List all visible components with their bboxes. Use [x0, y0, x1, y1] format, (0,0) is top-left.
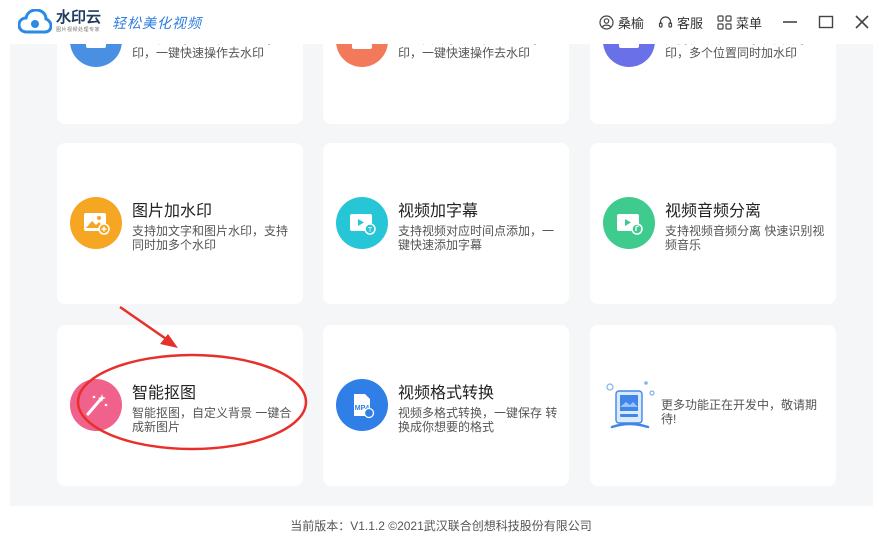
maximize-icon [818, 15, 834, 29]
card-desc: 支持视频音频分离 快速识别视频音乐 [665, 224, 825, 252]
card-title: 视频音频分离 [665, 203, 762, 220]
card-desc: 支持加文字和图片水印，支持同时加多个水印 [132, 224, 289, 252]
image-watermark-remove-icon [336, 44, 388, 67]
menu-button[interactable]: 菜单 [717, 13, 762, 32]
title-bar: 水印云 图片视频处理专家 轻松美化视频 桑榆 客服 菜单 [0, 0, 882, 44]
card-image-add-watermark[interactable]: 图片加水印 支持加文字和图片水印，支持同时加多个水印 [57, 143, 303, 304]
video-watermark-add-icon [603, 44, 655, 67]
user-icon [599, 14, 614, 30]
app-name: 水印云 [56, 9, 102, 26]
minimize-icon [783, 21, 797, 23]
card-title: 视频加字幕 [398, 203, 479, 220]
image-add-icon [70, 197, 122, 249]
version-footer: 当前版本：V1.1.2 ©2021武汉联合创想科技股份有限公司 [290, 519, 592, 533]
maximize-button[interactable] [818, 14, 834, 30]
service-label: 客服 [676, 15, 703, 31]
user-label: 桑榆 [617, 15, 644, 31]
user-button[interactable]: 桑榆 [599, 13, 644, 32]
card-title: 智能抠图 [132, 385, 197, 402]
svg-text:T: T [368, 227, 373, 234]
slogan: 轻松美化视频 [112, 16, 202, 32]
mp4-file-icon: MP4 [336, 379, 388, 431]
coming-soon-illustration-icon [602, 377, 658, 433]
card-smart-cutout[interactable]: 智能抠图 智能抠图，自定义背景 一键合成新图片 [57, 325, 303, 486]
card-desc: 支持视频中加文字和图片水印，多个位置同时加水印 [665, 44, 809, 60]
app-subtitle: 图片视频处理专家 [56, 27, 101, 33]
close-button[interactable] [854, 14, 870, 30]
card-desc: 智能抠图，自定义背景 一键合成新图片 [132, 406, 292, 434]
card-audio-separate[interactable]: 视频音频分离 支持视频音频分离 快速识别视频音乐 [590, 143, 836, 304]
headset-icon [658, 15, 673, 28]
card-desc: 视频多格式转换，一键保存 转换成你想要的格式 [398, 406, 558, 434]
card-title: 图片加水印 [132, 203, 213, 220]
card-desc: 框选图片水印区，批量去水印，一键快速操作去水印 [398, 44, 542, 60]
card-video-watermark-remove[interactable]: 框选视频水印区，批量去水印，一键快速操作去水印 [57, 44, 303, 124]
card-video-format-convert[interactable]: MP4 视频格式转换 视频多格式转换，一键保存 转换成你想要的格式 [323, 325, 569, 486]
grid-menu-icon [717, 14, 732, 30]
card-video-subtitle[interactable]: T 视频加字幕 支持视频对应时间点添加，一键快速添加字幕 [323, 143, 569, 304]
titlebar-controls: 桑榆 客服 菜单 [585, 0, 870, 44]
card-desc: 框选视频水印区，批量去水印，一键快速操作去水印 [132, 44, 276, 60]
card-coming-soon: 更多功能正在开发中，敬请期待! [590, 325, 836, 486]
cloud-logo-icon [18, 9, 52, 34]
brand: 水印云 图片视频处理专家 [56, 10, 101, 34]
minimize-button[interactable] [782, 14, 798, 30]
menu-label: 菜单 [735, 15, 762, 31]
close-icon [855, 15, 869, 29]
audio-separate-icon [603, 197, 655, 249]
magic-wand-icon [70, 379, 122, 431]
coming-soon-text: 更多功能正在开发中，敬请期待! [661, 398, 818, 426]
service-button[interactable]: 客服 [658, 13, 703, 32]
card-desc: 支持视频对应时间点添加，一键快速添加字幕 [398, 224, 555, 252]
video-subtitle-icon: T [336, 197, 388, 249]
card-title: 视频格式转换 [398, 385, 495, 402]
feature-grid: 框选视频水印区，批量去水印，一键快速操作去水印 框选图片水印区，批量去水印，一键… [10, 44, 873, 506]
card-image-watermark-remove[interactable]: 框选图片水印区，批量去水印，一键快速操作去水印 [323, 44, 569, 124]
video-watermark-remove-icon [70, 44, 122, 67]
card-video-watermark-add[interactable]: 支持视频中加文字和图片水印，多个位置同时加水印 [590, 44, 836, 124]
